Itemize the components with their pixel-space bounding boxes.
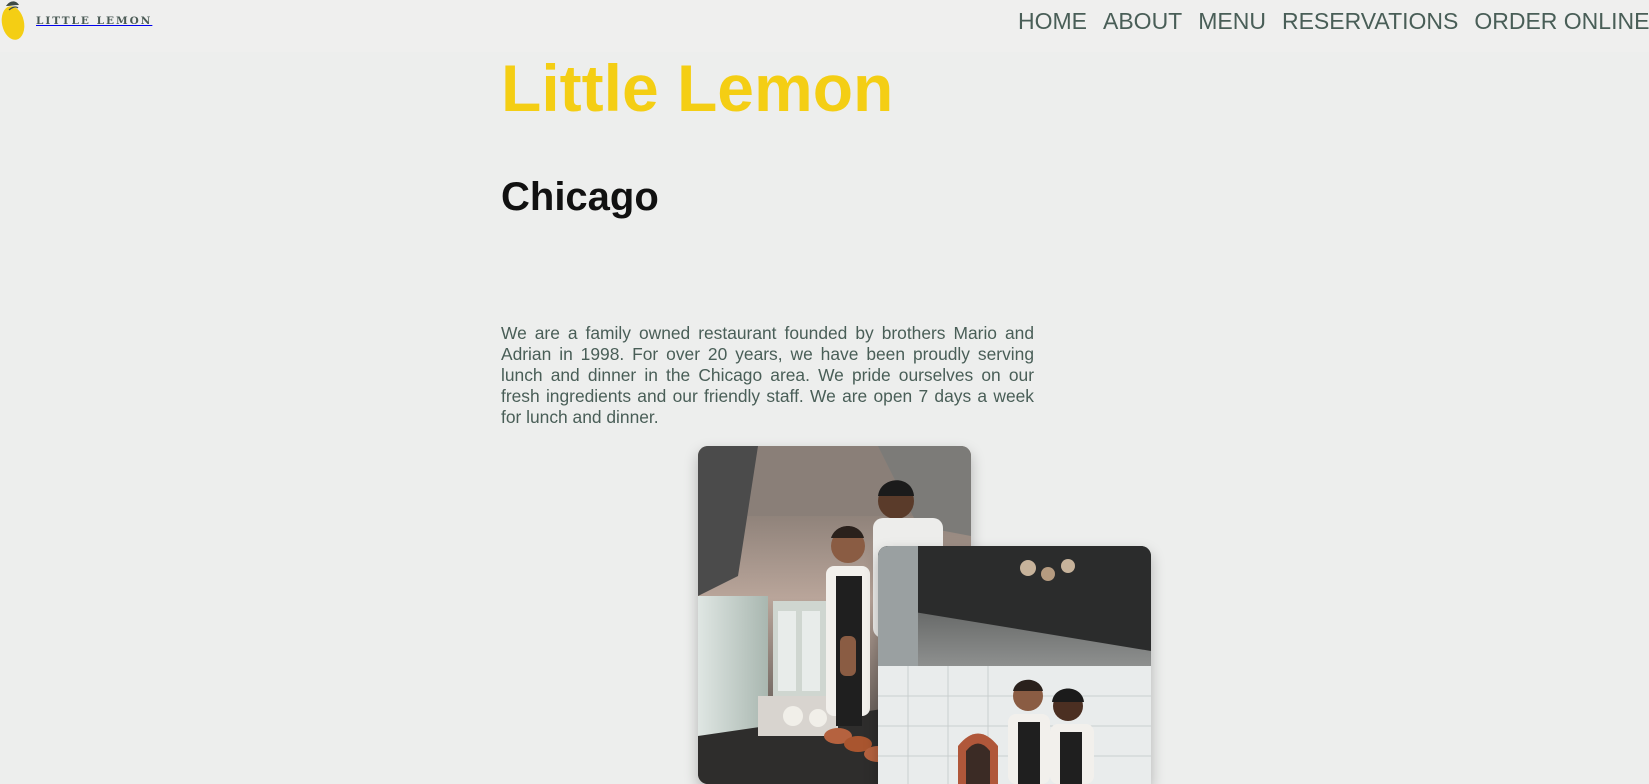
- logo-link[interactable]: LITTLE LEMON: [0, 0, 152, 42]
- site-header: LITTLE LEMON HOME ABOUT MENU RESERVATION…: [0, 0, 1649, 52]
- page-subtitle: Chicago: [501, 175, 659, 219]
- chefs-smiling-photo: [878, 546, 1151, 784]
- nav-home[interactable]: HOME: [1018, 6, 1087, 36]
- photo-icon: [878, 546, 1151, 784]
- lemon-icon: [1, 1, 25, 40]
- nav-about[interactable]: ABOUT: [1103, 6, 1182, 36]
- page-title: Little Lemon: [501, 51, 894, 125]
- page: LITTLE LEMON HOME ABOUT MENU RESERVATION…: [0, 0, 1649, 784]
- nav-order-online[interactable]: ORDER ONLINE: [1474, 6, 1649, 36]
- nav-menu[interactable]: MENU: [1198, 6, 1266, 36]
- logo-text: LITTLE LEMON: [36, 15, 153, 27]
- main-nav: HOME ABOUT MENU RESERVATIONS ORDER ONLIN…: [1018, 6, 1649, 36]
- about-description: We are a family owned restaurant founded…: [501, 323, 1034, 427]
- nav-reservations[interactable]: RESERVATIONS: [1282, 6, 1458, 36]
